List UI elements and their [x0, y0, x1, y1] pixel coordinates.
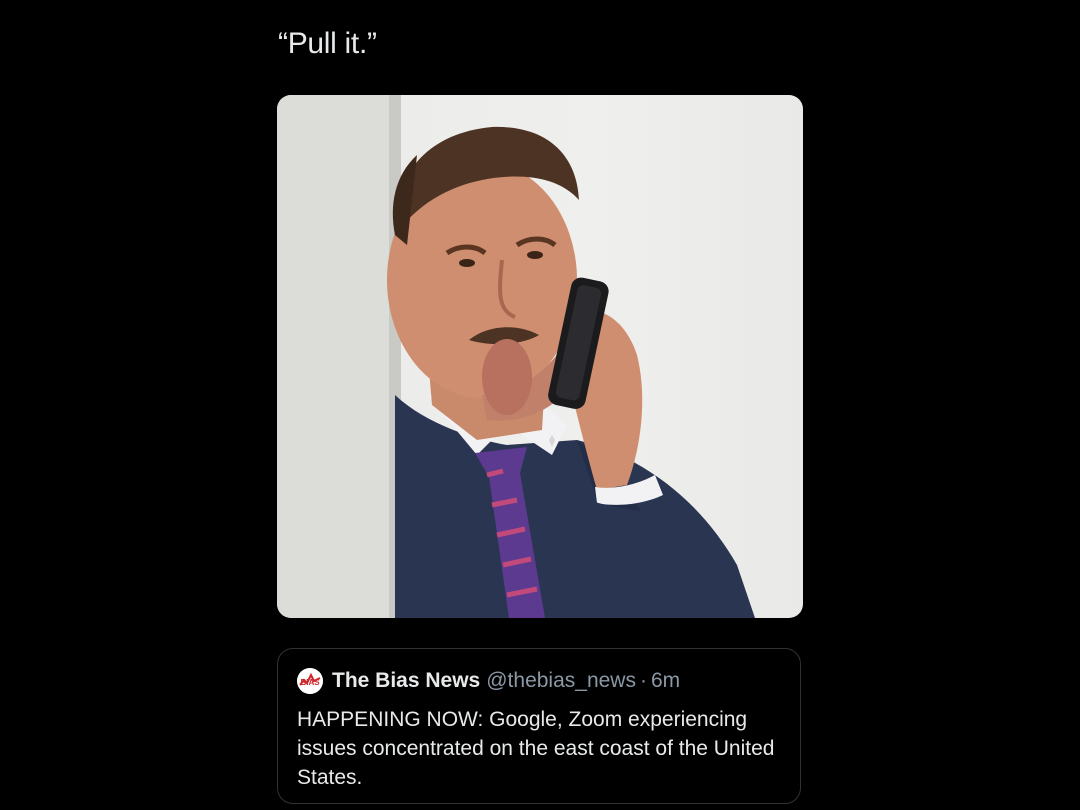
separator-dot: · — [639, 669, 647, 692]
tweet-text: “Pull it.” — [278, 27, 377, 60]
quoted-author-name[interactable]: The Bias News — [332, 669, 480, 693]
quoted-tweet-time[interactable]: 6m — [651, 669, 680, 693]
quoted-tweet-header: BIAS The Bias News @thebias_news · 6m — [297, 666, 780, 696]
tweet-photo[interactable] — [277, 95, 803, 618]
quoted-tweet-card[interactable]: BIAS The Bias News @thebias_news · 6m HA… — [277, 648, 801, 804]
quoted-author-handle[interactable]: @thebias_news — [486, 669, 636, 693]
avatar[interactable]: BIAS — [297, 668, 323, 694]
avatar-logo-text: BIAS — [300, 678, 320, 687]
quoted-tweet-text: HAPPENING NOW: Google, Zoom experiencing… — [297, 708, 775, 789]
